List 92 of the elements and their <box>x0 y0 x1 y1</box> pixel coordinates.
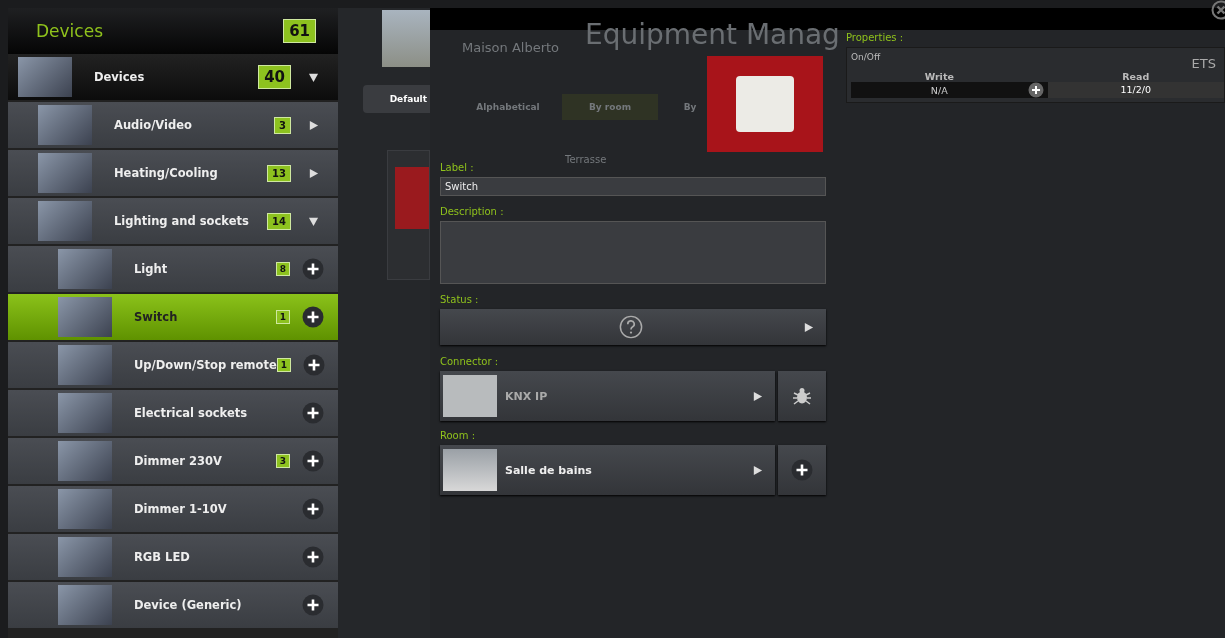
photo-placeholder <box>38 201 92 241</box>
add-icon <box>791 459 813 481</box>
item-label: Dimmer 1-10V <box>134 502 228 516</box>
device-tree-item[interactable]: Audio/Video 3 <box>8 102 338 148</box>
count-badge: 8 <box>275 262 290 276</box>
room-button[interactable]: Salle de bains <box>440 445 775 495</box>
count-badge: 1 <box>275 310 290 324</box>
count-badge: 14 <box>267 212 291 230</box>
property-source: ETS <box>1191 56 1216 71</box>
write-address: N/A <box>929 84 949 96</box>
item-label: Switch <box>134 310 179 324</box>
add-icon[interactable] <box>302 450 324 472</box>
caret-right-icon <box>752 464 763 476</box>
photo-placeholder <box>382 10 430 67</box>
debug-button[interactable] <box>778 371 826 421</box>
item-label: Dimmer 230V <box>134 454 223 468</box>
device-tree-item[interactable]: Electrical sockets <box>8 390 338 436</box>
item-label: Up/Down/Stop remote <box>134 358 277 372</box>
label-input-field[interactable]: Switch <box>440 177 826 196</box>
column-header: Write <box>923 71 955 82</box>
tab[interactable]: Default <box>363 85 430 113</box>
photo-placeholder <box>443 449 497 491</box>
photo-placeholder <box>58 249 112 289</box>
site-name: Maison Alberto <box>462 40 560 55</box>
photo-placeholder <box>58 585 112 625</box>
caret-right-icon[interactable] <box>308 167 319 179</box>
photo-placeholder <box>38 153 92 193</box>
device-tree-item[interactable]: RGB LED <box>8 534 338 580</box>
item-label: Lighting and sockets <box>114 214 250 228</box>
close-icon[interactable] <box>1211 0 1225 20</box>
field-caption: Description : <box>440 206 504 217</box>
field-caption: Status : <box>440 294 479 305</box>
page-title: Equipment Manag <box>585 20 840 50</box>
room-name: Terrasse <box>565 154 607 165</box>
photo-placeholder <box>38 105 92 145</box>
column-header: Read <box>1121 71 1151 82</box>
photo-placeholder <box>58 393 112 433</box>
photo-placeholder <box>58 297 112 337</box>
device-tree-item[interactable]: Dimmer 230V 3 <box>8 438 338 484</box>
photo-placeholder <box>58 489 112 529</box>
device-tree-item[interactable]: Lighting and sockets 14 <box>8 198 338 244</box>
count-badge: 3 <box>275 454 290 468</box>
add-icon[interactable] <box>302 306 324 328</box>
add-icon[interactable] <box>1027 82 1044 98</box>
item-label: Electrical sockets <box>134 406 249 420</box>
device-tree-item[interactable]: Switch 1 <box>8 294 338 340</box>
add-icon[interactable] <box>302 498 324 520</box>
photo-placeholder <box>395 167 429 229</box>
item-label: Audio/Video <box>114 118 193 132</box>
caret-right-icon[interactable] <box>308 119 319 131</box>
device-tree-item[interactable]: Devices 40 <box>8 54 338 100</box>
property-name: On/Off <box>851 52 881 62</box>
photo-placeholder <box>58 537 112 577</box>
description-input-field[interactable] <box>440 221 826 284</box>
photo-placeholder <box>58 345 112 385</box>
connector-button[interactable]: KNX IP <box>440 371 775 421</box>
add-icon[interactable] <box>302 546 324 568</box>
field-caption: Label : <box>440 162 474 173</box>
add-room-button[interactable] <box>778 445 826 495</box>
photo-placeholder <box>58 441 112 481</box>
caret-down-icon[interactable] <box>308 215 319 227</box>
caret-down-icon[interactable] <box>308 71 319 83</box>
read-address: 11/2/0 <box>1047 82 1224 98</box>
count-badge: 13 <box>267 164 291 182</box>
device-tree-item[interactable]: Device (Generic) <box>8 582 338 628</box>
field-caption: Room : <box>440 430 476 441</box>
count-badge: 1 <box>276 358 292 372</box>
count-badge: 40 <box>258 65 291 89</box>
item-label: Heating/Cooling <box>114 166 219 180</box>
device-tree-item[interactable]: Heating/Cooling 13 <box>8 150 338 196</box>
sidebar-title: Devices <box>36 21 103 41</box>
photo-placeholder <box>18 57 72 97</box>
add-icon[interactable] <box>302 258 324 280</box>
item-label: Light <box>134 262 169 276</box>
device-tree-item[interactable]: Up/Down/Stop remote 1 <box>8 342 338 388</box>
add-icon[interactable] <box>303 354 326 376</box>
item-label: Devices <box>94 70 146 84</box>
item-label: RGB LED <box>134 550 191 564</box>
caret-right-icon <box>803 321 814 333</box>
photo-placeholder <box>443 375 497 417</box>
question-icon <box>619 315 643 339</box>
bug-icon <box>792 386 812 406</box>
item-label: Device (Generic) <box>134 598 243 612</box>
count-badge: 61 <box>283 19 316 43</box>
add-icon[interactable] <box>302 594 324 616</box>
field-caption: Connector : <box>440 356 499 367</box>
device-tree-item[interactable]: Dimmer 1-10V <box>8 486 338 532</box>
field-caption: Properties : <box>846 32 905 43</box>
device-tree-item[interactable]: Light 8 <box>8 246 338 292</box>
count-badge: 3 <box>274 116 291 134</box>
caret-right-icon <box>752 390 763 402</box>
add-icon[interactable] <box>302 402 324 424</box>
